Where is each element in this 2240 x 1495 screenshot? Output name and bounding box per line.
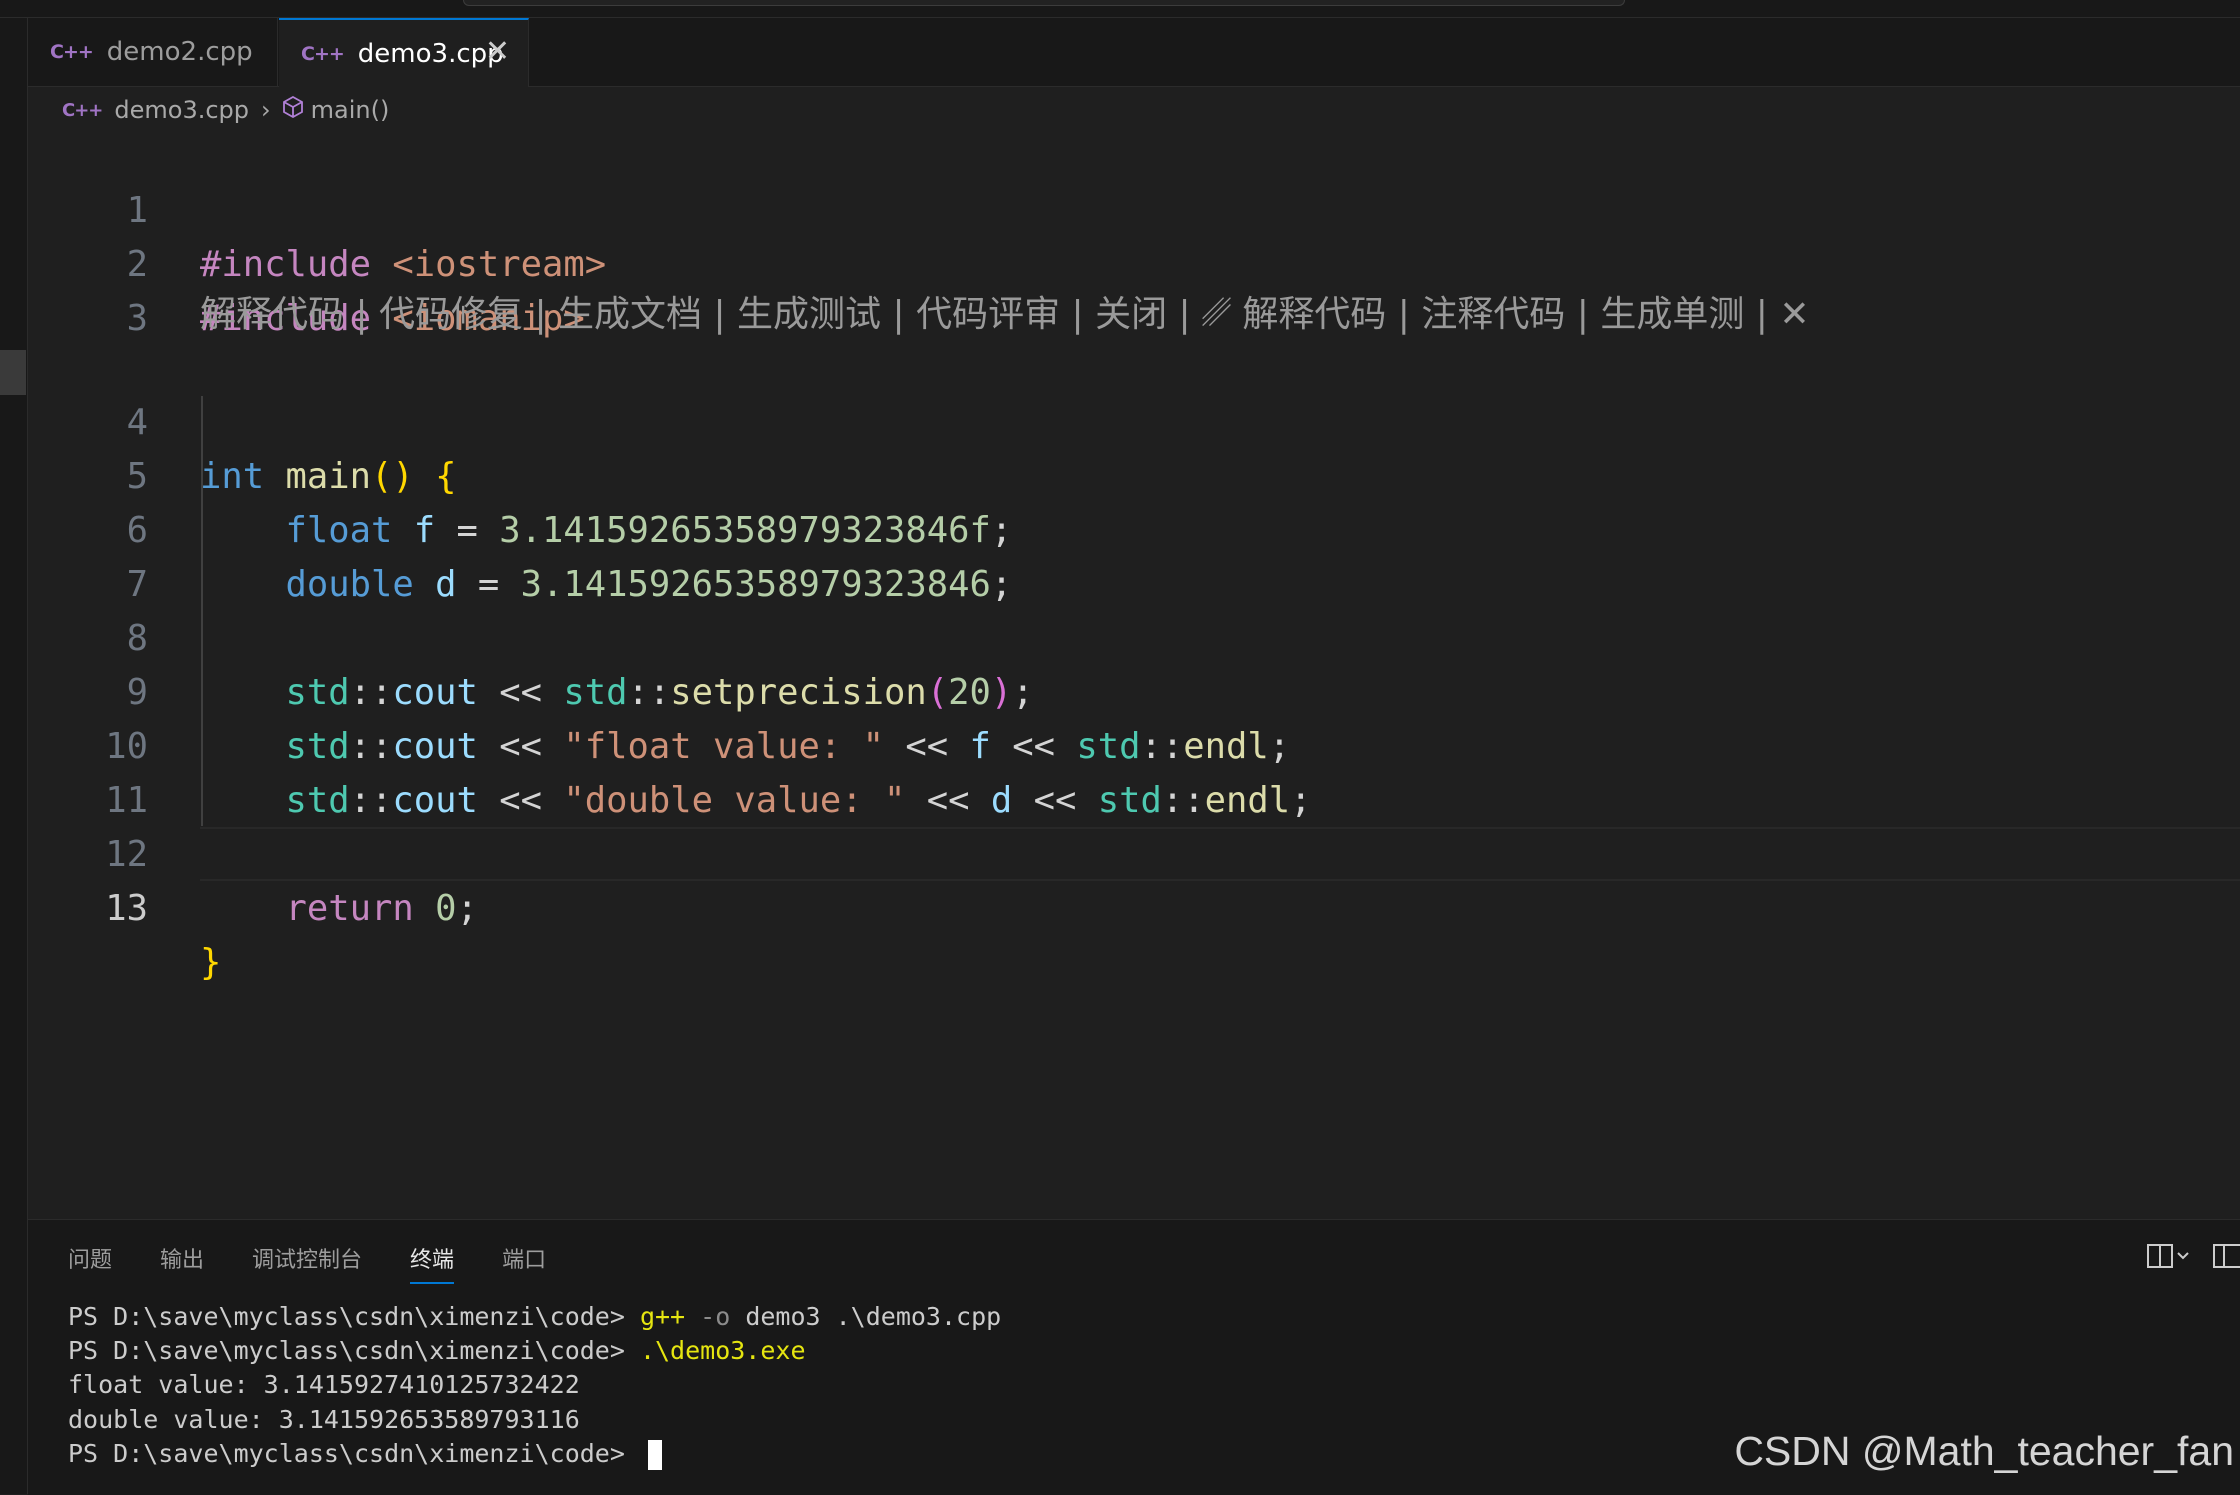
terminal-line: double value: 3.141592653589793116 (68, 1404, 580, 1434)
code-line: 6 double d = 3.14159265358979323846; (28, 450, 2240, 605)
tab-demo2-cpp[interactable]: C++ demo2.cpp (28, 18, 278, 86)
activity-marker (0, 350, 26, 395)
tab-label: demo3.cpp (357, 38, 504, 69)
code-editor[interactable]: 1 #include <iostream> 2 #include <iomani… (28, 130, 2240, 1220)
terminal-prompt: PS D:\save\myclass\csdn\ximenzi\code> (68, 1438, 640, 1468)
tab-problems[interactable]: 问题 (68, 1242, 112, 1284)
cpp-file-icon: C++ (50, 41, 94, 63)
code-line: 5 float f = 3.14159265358979323846f; (28, 396, 2240, 551)
token-bracket: } (200, 942, 222, 983)
codelens-actions[interactable]: 解释代码 | 代码修复 | 生成文档 | 生成测试 | 代码评审 | 关闭 | … (200, 288, 1810, 342)
terminal-flag: -o (685, 1302, 731, 1331)
breadcrumb-symbol[interactable]: main() (311, 96, 390, 124)
cpp-file-icon: C++ (62, 99, 103, 121)
terminal-command: .\demo3.exe (639, 1336, 806, 1366)
token-keyword: return (285, 888, 414, 929)
terminal-command: g++ (639, 1302, 686, 1331)
chevron-right-icon: › (261, 96, 271, 124)
code-line: 8 std::cout << std::setprecision(20); (28, 558, 2240, 713)
token-punct: ; (456, 888, 478, 929)
terminal-output[interactable]: PS D:\save\myclass\csdn\ximenzi\code> g+… (68, 1300, 1001, 1471)
code-line: 1 #include <iostream> (28, 130, 2240, 285)
code-line: 11 (28, 720, 2240, 821)
code-line: 7 (28, 504, 2240, 605)
tab-label: demo2.cpp (106, 37, 253, 67)
tab-terminal[interactable]: 终端 (410, 1242, 455, 1284)
activity-bar (0, 18, 28, 1494)
breadcrumb: C++ demo3.cpp › main() (62, 92, 389, 128)
split-terminal-icon[interactable] (2146, 1242, 2190, 1277)
panel-layout-icon[interactable] (2212, 1242, 2240, 1277)
tab-debug-console[interactable]: 调试控制台 (252, 1242, 362, 1284)
code-line: 2 #include <iomanip> (28, 184, 2240, 339)
panel-tabs: 问题 输出 调试控制台 终端 端口 (68, 1242, 594, 1284)
tab-demo3-cpp[interactable]: C++ demo3.cpp ✕ (279, 18, 529, 87)
code-line: 9 std::cout << "float value: " << f << s… (28, 612, 2240, 767)
code-line: 4 int main() { (28, 342, 2240, 497)
line-number: 13 (105, 888, 148, 929)
code-line: 3 (28, 238, 2240, 339)
breadcrumb-file[interactable]: demo3.cpp (114, 96, 249, 124)
watermark: CSDN @Math_teacher_fan (1734, 1428, 2234, 1474)
token-number: 0 (435, 888, 457, 929)
terminal-line: float value: 3.1415927410125732422 (68, 1370, 580, 1400)
symbol-method-icon (282, 95, 303, 124)
cpp-file-icon: C++ (301, 42, 345, 65)
code-line: 13 } (28, 828, 2240, 983)
terminal-args: demo3 .\demo3.cpp (730, 1302, 1002, 1331)
editor-tab-bar: C++ demo2.cpp C++ demo3.cpp ✕ (28, 18, 2240, 87)
terminal-cursor (647, 1439, 662, 1470)
terminal-prompt: PS D:\save\myclass\csdn\ximenzi\code> (68, 1302, 640, 1331)
code-line: 12 return 0; (28, 774, 2240, 929)
line-number: 3 (126, 298, 148, 339)
code-line: 10 std::cout << "double value: " << d <<… (28, 666, 2240, 821)
terminal-prompt: PS D:\save\myclass\csdn\ximenzi\code> (68, 1336, 640, 1366)
close-icon[interactable]: ✕ (485, 34, 510, 69)
command-center-search[interactable] (463, 0, 1625, 6)
tab-output[interactable]: 输出 (160, 1242, 204, 1284)
panel-actions (2146, 1242, 2240, 1277)
tab-ports[interactable]: 端口 (502, 1242, 546, 1284)
